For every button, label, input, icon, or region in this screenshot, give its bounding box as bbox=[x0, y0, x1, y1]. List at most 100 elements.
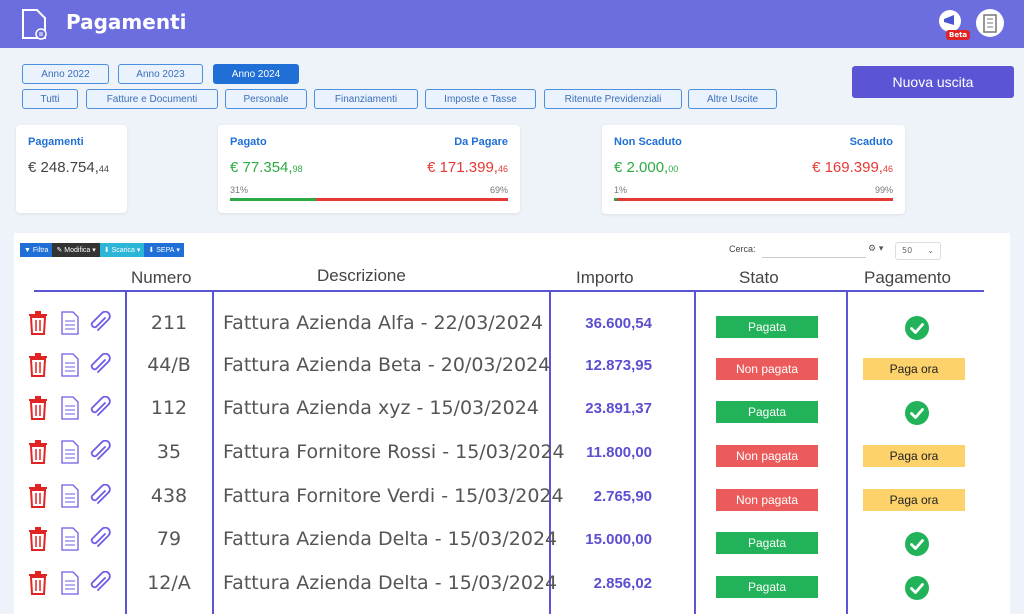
cell-numero: 12/A bbox=[147, 572, 191, 594]
cell-descrizione: Fattura Azienda Beta - 20/03/2024 bbox=[223, 354, 551, 376]
pay-now-button[interactable]: Paga ora bbox=[863, 358, 965, 380]
status-badge: Pagata bbox=[716, 401, 818, 423]
category-ritenute-previdenziali[interactable]: Ritenute Previdenziali bbox=[544, 89, 682, 109]
pay-now-button[interactable]: Paga ora bbox=[863, 489, 965, 511]
trash-icon[interactable] bbox=[27, 527, 49, 551]
year-filter-2023[interactable]: Anno 2023 bbox=[118, 64, 203, 84]
row-actions bbox=[27, 527, 117, 553]
beta-badge: Beta bbox=[946, 30, 971, 40]
trash-icon[interactable] bbox=[27, 571, 49, 595]
pagato-amount: € 77.354,98 bbox=[230, 159, 303, 176]
document-icon[interactable] bbox=[61, 440, 79, 464]
category-fatture-documenti[interactable]: Fatture e Documenti bbox=[86, 89, 218, 109]
category-finanziamenti[interactable]: Finanziamenti bbox=[314, 89, 418, 109]
row-actions bbox=[27, 484, 117, 510]
check-icon bbox=[905, 316, 929, 340]
paperclip-icon[interactable] bbox=[89, 440, 111, 464]
sepa-button[interactable]: ⬇ SEPA ▾ bbox=[144, 243, 184, 257]
da-pagare-label: Da Pagare bbox=[454, 136, 508, 148]
paperclip-icon[interactable] bbox=[89, 571, 111, 595]
category-personale[interactable]: Personale bbox=[225, 89, 307, 109]
pagato-progress-bar bbox=[230, 198, 508, 201]
beta-feature-button[interactable]: Beta bbox=[938, 10, 971, 40]
check-icon bbox=[905, 532, 929, 556]
cell-descrizione: Fattura Azienda Delta - 15/03/2024 bbox=[223, 572, 558, 594]
cell-importo: 11.800,00 bbox=[586, 444, 652, 461]
paperclip-icon[interactable] bbox=[89, 311, 111, 335]
document-icon[interactable] bbox=[61, 396, 79, 420]
search-input[interactable] bbox=[762, 242, 866, 258]
column-header-pagamento[interactable]: Pagamento bbox=[864, 268, 951, 288]
column-header-stato[interactable]: Stato bbox=[739, 268, 779, 288]
cell-descrizione: Fattura Azienda Alfa - 22/03/2024 bbox=[223, 312, 544, 334]
company-button[interactable] bbox=[976, 9, 1004, 37]
scaduto-percent: 99% bbox=[874, 185, 893, 195]
document-icon[interactable] bbox=[61, 353, 79, 377]
status-badge: Non pagata bbox=[716, 358, 818, 380]
table-toolbar: ▼ Filtra ✎ Modifica ▾ ⬇ Scarica ▾ ⬇ SEPA… bbox=[20, 243, 184, 257]
column-divider bbox=[212, 290, 214, 614]
search-label: Cerca: bbox=[729, 244, 756, 254]
row-actions bbox=[27, 396, 117, 422]
header-divider bbox=[34, 290, 984, 292]
cell-descrizione: Fattura Fornitore Rossi - 15/03/2024 bbox=[223, 441, 565, 463]
column-header-numero[interactable]: Numero bbox=[131, 268, 191, 288]
document-icon[interactable] bbox=[61, 571, 79, 595]
scarica-button[interactable]: ⬇ Scarica ▾ bbox=[99, 243, 145, 257]
cell-importo: 23.891,37 bbox=[585, 400, 652, 417]
cell-importo: 15.000,00 bbox=[585, 531, 652, 548]
year-filter-2022[interactable]: Anno 2022 bbox=[22, 64, 109, 84]
new-expense-button[interactable]: Nuova uscita bbox=[852, 66, 1014, 98]
page-title: Pagamenti bbox=[66, 10, 187, 34]
check-icon bbox=[905, 401, 929, 425]
column-divider bbox=[694, 290, 696, 614]
non-scaduto-label: Non Scaduto bbox=[614, 136, 682, 148]
pay-now-button[interactable]: Paga ora bbox=[863, 445, 965, 467]
cell-numero: 35 bbox=[156, 441, 182, 463]
filter-icon: ▼ bbox=[24, 246, 33, 254]
app-header: Pagamenti Beta bbox=[0, 0, 1024, 48]
status-badge: Pagata bbox=[716, 316, 818, 338]
paperclip-icon[interactable] bbox=[89, 484, 111, 508]
cell-numero: 79 bbox=[156, 528, 182, 550]
document-icon[interactable] bbox=[61, 484, 79, 508]
cell-numero: 112 bbox=[150, 397, 188, 419]
pagamenti-label: Pagamenti bbox=[28, 136, 84, 148]
gear-icon[interactable]: ⚙ ▾ bbox=[868, 244, 883, 254]
per-page-select[interactable]: 50 ⌄ bbox=[895, 242, 941, 260]
category-tutti[interactable]: Tutti bbox=[22, 89, 78, 109]
year-filter-2024[interactable]: Anno 2024 bbox=[213, 64, 299, 84]
column-divider bbox=[846, 290, 848, 614]
trash-icon[interactable] bbox=[27, 484, 49, 508]
status-badge: Pagata bbox=[716, 576, 818, 598]
non-scaduto-percent: 1% bbox=[614, 185, 628, 195]
paperclip-icon[interactable] bbox=[89, 396, 111, 420]
download-icon: ⬇ bbox=[148, 247, 157, 254]
cell-descrizione: Fattura Fornitore Verdi - 15/03/2024 bbox=[223, 485, 564, 507]
category-altre-uscite[interactable]: Altre Uscite bbox=[688, 89, 777, 109]
document-icon[interactable] bbox=[61, 311, 79, 335]
trash-icon[interactable] bbox=[27, 396, 49, 420]
cell-numero: 211 bbox=[150, 312, 188, 334]
cell-descrizione: Fattura Azienda Delta - 15/03/2024 bbox=[223, 528, 558, 550]
status-badge: Non pagata bbox=[716, 445, 818, 467]
summary-card-pagato: Pagato Da Pagare € 77.354,98 € 171.399,4… bbox=[218, 125, 520, 213]
scadenze-progress-bar bbox=[614, 198, 893, 201]
filtra-button[interactable]: ▼ Filtra bbox=[20, 243, 53, 257]
scaduto-label: Scaduto bbox=[849, 136, 893, 148]
da-pagare-amount: € 171.399,46 bbox=[427, 159, 508, 176]
trash-icon[interactable] bbox=[27, 311, 49, 335]
pagato-label: Pagato bbox=[230, 136, 267, 148]
column-header-importo[interactable]: Importo bbox=[576, 268, 634, 288]
trash-icon[interactable] bbox=[27, 440, 49, 464]
row-actions bbox=[27, 440, 117, 466]
document-icon[interactable] bbox=[61, 527, 79, 551]
category-imposte-tasse[interactable]: Imposte e Tasse bbox=[425, 89, 536, 109]
chevron-down-icon: ⌄ bbox=[927, 246, 934, 255]
paperclip-icon[interactable] bbox=[89, 353, 111, 377]
modifica-button[interactable]: ✎ Modifica ▾ bbox=[52, 243, 100, 257]
cell-numero: 438 bbox=[150, 485, 188, 507]
paperclip-icon[interactable] bbox=[89, 527, 111, 551]
column-header-descrizione[interactable]: Descrizione bbox=[317, 266, 406, 286]
trash-icon[interactable] bbox=[27, 353, 49, 377]
